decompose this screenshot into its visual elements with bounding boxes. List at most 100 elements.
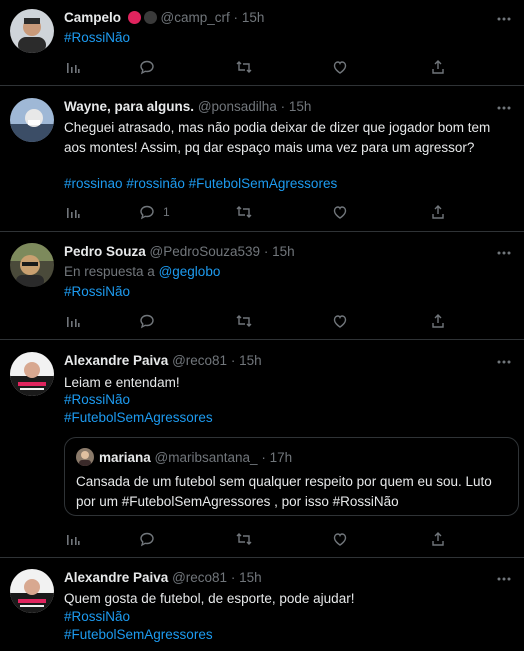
timestamp[interactable]: 15h [239, 353, 262, 368]
display-name[interactable]: Pedro Souza [64, 244, 146, 259]
hashtag-line: #rossinao #rossinão #FutebolSemAgressore… [64, 174, 337, 194]
share-button[interactable] [430, 529, 446, 549]
share-button[interactable] [430, 57, 446, 77]
more-icon[interactable] [496, 354, 512, 370]
display-name[interactable]: Wayne, para alguns. [64, 99, 194, 114]
tweet[interactable]: Pedro Souza @PedroSouza539 · 15h En resp… [0, 232, 524, 340]
handle[interactable]: @PedroSouza539 [150, 244, 261, 259]
share-button[interactable] [430, 311, 446, 331]
reply-icon [139, 204, 155, 220]
handle[interactable]: @reco81 [172, 570, 227, 585]
hashtag[interactable]: #FutebolSemAgressores [189, 176, 338, 191]
share-icon [430, 204, 446, 220]
views-icon [66, 60, 80, 74]
views-button[interactable] [66, 311, 80, 331]
tweet-header: Wayne, para alguns. @ponsadilha · 15h [64, 97, 311, 117]
share-icon [430, 59, 446, 75]
views-icon [66, 205, 80, 219]
views-button[interactable] [66, 529, 80, 549]
share-icon [430, 313, 446, 329]
tweet[interactable]: Wayne, para alguns. @ponsadilha · 15h Ch… [0, 86, 524, 232]
retweet-button[interactable] [235, 529, 253, 549]
separator: · [230, 353, 236, 368]
more-icon[interactable] [496, 11, 512, 27]
quoted-avatar [76, 448, 94, 466]
timestamp[interactable]: 15h [289, 99, 312, 114]
more-icon[interactable] [496, 100, 512, 116]
hashtag[interactable]: #RossiNão [64, 30, 130, 45]
retweet-icon [235, 59, 253, 75]
timestamp[interactable]: 15h [242, 10, 265, 25]
views-button[interactable] [66, 202, 80, 222]
quoted-tweet-text: Cansada de um futebol sem qualquer respe… [76, 472, 508, 511]
reply-context: En respuesta a @geglobo [64, 262, 220, 282]
hashtag[interactable]: #FutebolSemAgressores [64, 410, 213, 425]
like-button[interactable] [332, 57, 348, 77]
avatar[interactable] [10, 98, 54, 142]
like-icon [332, 204, 348, 220]
reply-icon [139, 59, 155, 75]
reply-icon [139, 313, 155, 329]
reply-button[interactable] [139, 529, 155, 549]
hashtag[interactable]: #RossiNão [64, 284, 130, 299]
hashtag[interactable]: #RossiNão [64, 609, 130, 624]
tweet-actions [64, 311, 510, 331]
quoted-hashtag: #RossiNão [332, 493, 399, 509]
retweet-icon [235, 204, 253, 220]
avatar[interactable] [10, 9, 54, 53]
retweet-button[interactable] [235, 202, 253, 222]
badge-dark-icon [143, 11, 157, 24]
hashtag[interactable]: #rossinão [126, 176, 185, 191]
reply-button[interactable] [139, 57, 155, 77]
avatar[interactable] [10, 352, 54, 396]
like-button[interactable] [332, 311, 348, 331]
hashtag[interactable]: #FutebolSemAgressores [64, 627, 213, 642]
tweet[interactable]: Campelo @camp_crf · 15h #RossiNão [0, 0, 524, 86]
timestamp[interactable]: 15h [272, 244, 295, 259]
display-name[interactable]: Alexandre Paiva [64, 353, 168, 368]
quoted-handle: @maribsantana_ [154, 450, 258, 465]
more-icon[interactable] [496, 245, 512, 261]
quoted-display-name: mariana [99, 450, 151, 465]
tweet-actions [64, 57, 510, 77]
retweet-button[interactable] [235, 311, 253, 331]
more-icon[interactable] [496, 571, 512, 587]
like-icon [332, 59, 348, 75]
tweet[interactable]: Alexandre Paiva @reco81 · 15h Quem gosta… [0, 558, 524, 651]
reply-label: En respuesta a [64, 264, 155, 279]
quoted-text-part: , por isso [270, 493, 333, 509]
tweet-header: Alexandre Paiva @reco81 · 15h [64, 568, 262, 588]
share-button[interactable] [430, 202, 446, 222]
avatar[interactable] [10, 569, 54, 613]
reply-to-handle[interactable]: @geglobo [159, 264, 221, 279]
reply-button[interactable]: 1 [139, 202, 170, 222]
like-button[interactable] [332, 529, 348, 549]
tweet-actions [64, 529, 510, 549]
badge-red-icon [127, 11, 141, 24]
views-icon [66, 314, 80, 328]
quoted-timestamp: 17h [269, 450, 293, 465]
retweet-icon [235, 313, 253, 329]
separator: · [233, 10, 239, 25]
like-button[interactable] [332, 202, 348, 222]
avatar[interactable] [10, 243, 54, 287]
hashtag[interactable]: #rossinao [64, 176, 123, 191]
separator: · [261, 450, 266, 465]
reply-count: 1 [163, 205, 170, 219]
display-name[interactable]: Alexandre Paiva [64, 570, 168, 585]
hashtag[interactable]: #RossiNão [64, 392, 130, 407]
quoted-tweet[interactable]: mariana @maribsantana_ · 17h Cansada de … [64, 437, 519, 516]
display-name[interactable]: Campelo [64, 10, 121, 25]
share-icon [430, 531, 446, 547]
handle[interactable]: @ponsadilha [198, 99, 277, 114]
timestamp[interactable]: 15h [239, 570, 262, 585]
handle[interactable]: @camp_crf [161, 10, 230, 25]
handle[interactable]: @reco81 [172, 353, 227, 368]
reply-icon [139, 531, 155, 547]
tweet[interactable]: Alexandre Paiva @reco81 · 15h Leiam e en… [0, 340, 524, 558]
views-button[interactable] [66, 57, 80, 77]
reply-button[interactable] [139, 311, 155, 331]
separator: · [280, 99, 286, 114]
retweet-button[interactable] [235, 57, 253, 77]
timeline-feed: Campelo @camp_crf · 15h #RossiNão Wayne,… [0, 0, 524, 651]
